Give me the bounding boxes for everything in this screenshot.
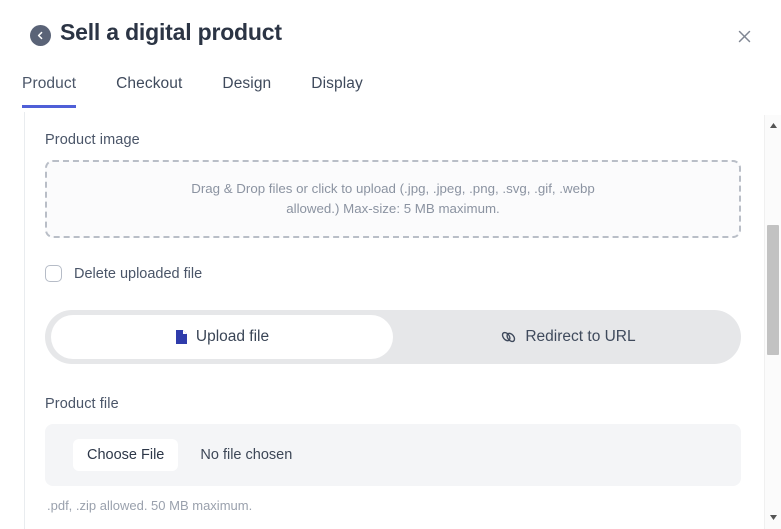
product-file-hint: .pdf, .zip allowed. 50 MB maximum. <box>47 498 253 513</box>
settings-panel: Product image Drag & Drop files or click… <box>24 112 781 529</box>
product-file-input-row: Choose File No file chosen <box>45 424 741 486</box>
close-icon <box>738 28 751 47</box>
file-source-segmented-control: Upload file Redirect to URL <box>45 310 741 364</box>
sell-digital-product-modal: Sell a digital product Product Checkout … <box>0 0 781 529</box>
tab-checkout[interactable]: Checkout <box>116 68 182 108</box>
tab-bar: Product Checkout Design Display <box>0 68 781 112</box>
product-image-label: Product image <box>45 132 140 148</box>
chevron-left-icon <box>35 30 46 41</box>
product-image-dropzone[interactable]: Drag & Drop files or click to upload (.j… <box>45 160 741 238</box>
tab-product[interactable]: Product <box>22 68 77 108</box>
segment-upload-file[interactable]: Upload file <box>51 315 393 359</box>
vertical-scrollbar[interactable] <box>764 115 781 529</box>
tab-baseline <box>22 109 759 111</box>
triangle-up-icon <box>769 116 778 134</box>
triangle-down-icon <box>769 508 778 526</box>
segment-redirect-to-url[interactable]: Redirect to URL <box>397 315 739 359</box>
file-icon <box>175 329 188 345</box>
delete-uploaded-file-label: Delete uploaded file <box>74 265 203 282</box>
page-title: Sell a digital product <box>60 19 282 45</box>
file-status-text: No file chosen <box>200 447 293 463</box>
product-file-label: Product file <box>45 396 119 412</box>
back-button[interactable] <box>30 25 51 46</box>
segment-redirect-to-url-label: Redirect to URL <box>525 328 636 345</box>
scroll-down-button[interactable] <box>765 509 781 525</box>
scroll-up-button[interactable] <box>765 117 781 133</box>
tab-design[interactable]: Design <box>222 68 271 108</box>
delete-uploaded-file-checkbox[interactable] <box>45 265 62 282</box>
close-button[interactable] <box>731 24 757 50</box>
tab-display[interactable]: Display <box>311 68 363 108</box>
dropzone-instructions: Drag & Drop files or click to upload (.j… <box>191 181 595 216</box>
scrollbar-thumb[interactable] <box>767 225 779 355</box>
modal-header: Sell a digital product <box>0 0 781 68</box>
segment-upload-file-label: Upload file <box>195 328 270 345</box>
delete-uploaded-file-row: Delete uploaded file <box>45 265 741 282</box>
link-icon <box>500 329 517 345</box>
choose-file-button[interactable]: Choose File <box>73 439 179 471</box>
